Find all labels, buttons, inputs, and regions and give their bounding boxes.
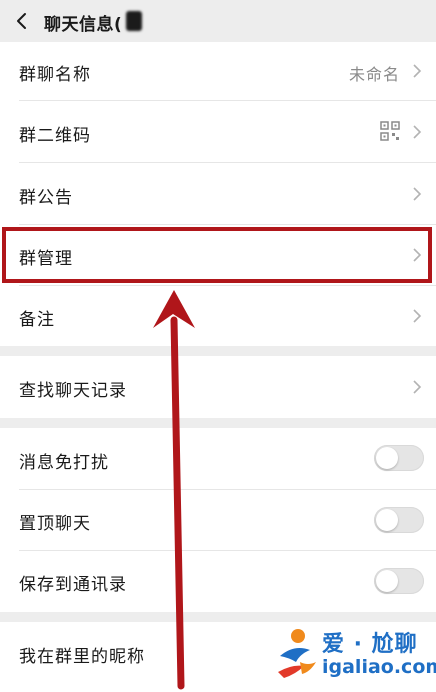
row-group-name[interactable]: 群聊名称 未命名 [0,42,436,100]
row-pin-chat: 置顶聊天 [0,490,436,550]
chevron-right-icon [413,380,422,394]
row-mute: 消息免打扰 [0,428,436,489]
runner-logo-icon [278,629,316,678]
chevron-left-icon[interactable] [14,12,32,30]
chevron-right-icon [413,309,422,323]
save-contacts-toggle[interactable] [374,568,424,594]
pin-toggle[interactable] [374,507,424,533]
chevron-right-icon [413,64,422,78]
row-label: 我在群里的昵称 [19,647,145,667]
row-announcement[interactable]: 群公告 [0,163,436,224]
row-remark[interactable]: 备注 [0,286,436,346]
redacted-member-count [126,11,142,31]
row-label: 群二维码 [19,126,91,146]
row-search-history[interactable]: 查找聊天记录 [0,356,436,418]
watermark: 爱 · 尬聊 igaliao.com [274,622,436,688]
settings-group-3: 消息免打扰 置顶聊天 保存到通讯录 [0,428,436,612]
nav-header: 聊天信息( [0,0,436,42]
toggle-knob [376,509,398,531]
toggle-knob [376,447,398,469]
row-label: 群公告 [19,188,73,208]
group-name-value: 未命名 [348,65,400,84]
page-title: 聊天信息( [44,15,123,35]
toggle-knob [376,570,398,592]
chevron-right-icon [413,125,422,139]
qr-code-icon [380,121,400,141]
settings-group-1: 群聊名称 未命名 群二维码 群公告 群管理 备注 [0,42,436,346]
row-group-management[interactable]: 群管理 [0,225,436,285]
watermark-text: 爱 · 尬聊 [322,632,418,657]
row-label: 备注 [19,310,55,330]
row-label: 群聊名称 [19,65,91,85]
row-save-contacts: 保存到通讯录 [0,551,436,612]
row-label: 置顶聊天 [19,514,91,534]
row-label: 查找聊天记录 [19,381,127,401]
settings-group-2: 查找聊天记录 [0,356,436,418]
row-label: 群管理 [19,249,73,269]
row-qr-code[interactable]: 群二维码 [0,101,436,162]
chevron-right-icon [413,187,422,201]
row-label: 保存到通讯录 [19,575,127,595]
watermark-url: igaliao.com [322,656,436,678]
mute-toggle[interactable] [374,445,424,471]
chevron-right-icon [413,248,422,262]
row-label: 消息免打扰 [19,453,109,473]
